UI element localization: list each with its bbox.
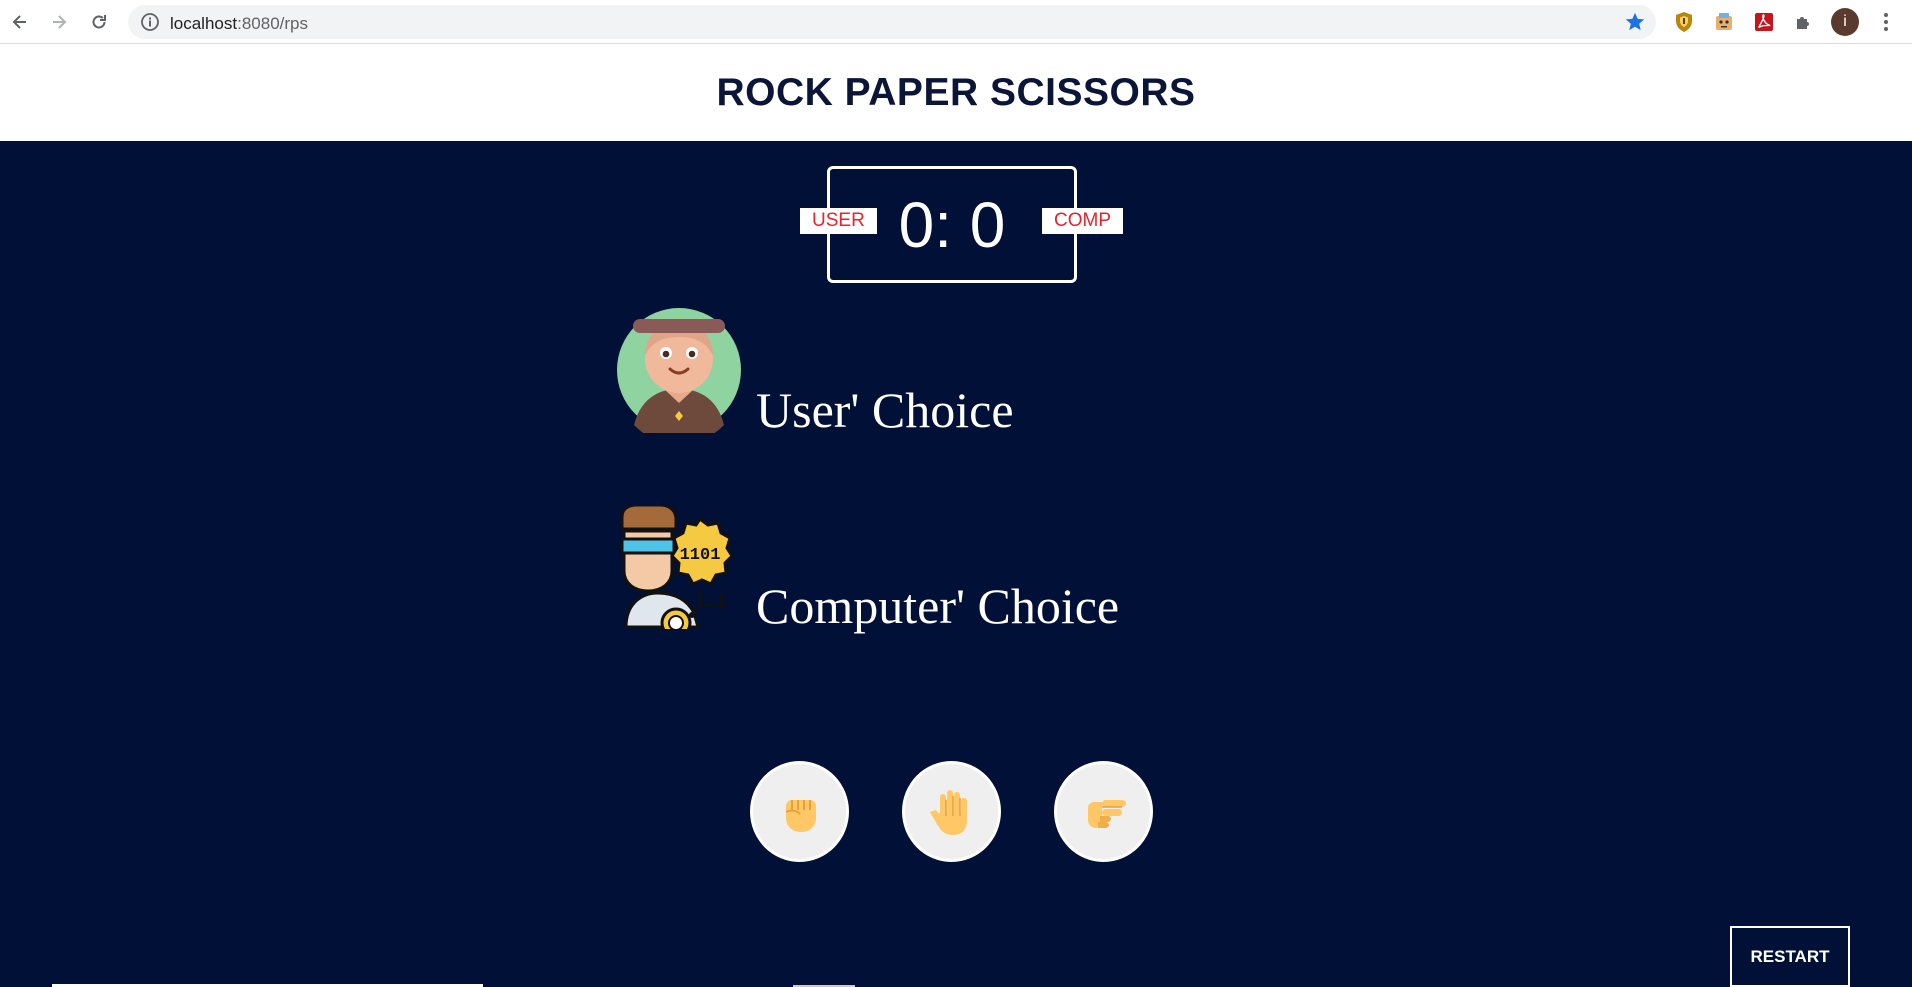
- info-icon[interactable]: [140, 12, 160, 37]
- pdf-extension-icon[interactable]: [1752, 10, 1776, 34]
- browser-toolbar: localhost:8080/rps i: [0, 0, 1912, 44]
- address-bar[interactable]: localhost:8080/rps: [128, 5, 1656, 39]
- robot-extension-icon[interactable]: [1712, 10, 1736, 34]
- more-menu-icon[interactable]: [1876, 8, 1896, 36]
- url-host: localhost: [170, 14, 238, 33]
- computer-choice-label: Computer' Choice: [756, 578, 1120, 634]
- user-choice-label: User' Choice: [756, 382, 1014, 438]
- comp-score-badge: COMP: [1042, 208, 1123, 234]
- paper-button[interactable]: [902, 761, 1001, 862]
- rock-button[interactable]: [750, 761, 849, 862]
- back-arrow-icon[interactable]: [6, 8, 34, 36]
- user-score-badge: USER: [800, 208, 877, 234]
- url-path: :8080/rps: [237, 14, 308, 33]
- url-text: localhost:8080/rps: [170, 14, 308, 34]
- page-header: ROCK PAPER SCISSORS: [0, 45, 1912, 141]
- bookmark-star-icon[interactable]: [1624, 11, 1646, 38]
- restart-button[interactable]: RESTART: [1730, 926, 1850, 987]
- scissors-button[interactable]: [1054, 761, 1153, 862]
- forward-arrow-icon[interactable]: [45, 8, 73, 36]
- computer-choice-row: 1101 Computer' Choice: [616, 505, 1120, 634]
- puzzle-extensions-icon[interactable]: [1792, 10, 1816, 34]
- fist-icon: [785, 799, 816, 832]
- user-avatar: [617, 308, 741, 433]
- game-area: 0: 0 USER COMP User' Choice 1101 Compute…: [0, 141, 1912, 987]
- open-hand-icon: [929, 789, 967, 835]
- computer-avatar: 1101: [620, 505, 734, 629]
- svg-text:1101: 1101: [680, 546, 721, 565]
- reload-icon[interactable]: [85, 8, 113, 36]
- peace-hand-icon: [1087, 799, 1126, 828]
- user-choice-row: User' Choice: [616, 307, 1014, 438]
- shield-extension-icon[interactable]: [1672, 10, 1696, 34]
- profile-avatar[interactable]: i: [1831, 8, 1859, 36]
- page-title: ROCK PAPER SCISSORS: [716, 71, 1196, 114]
